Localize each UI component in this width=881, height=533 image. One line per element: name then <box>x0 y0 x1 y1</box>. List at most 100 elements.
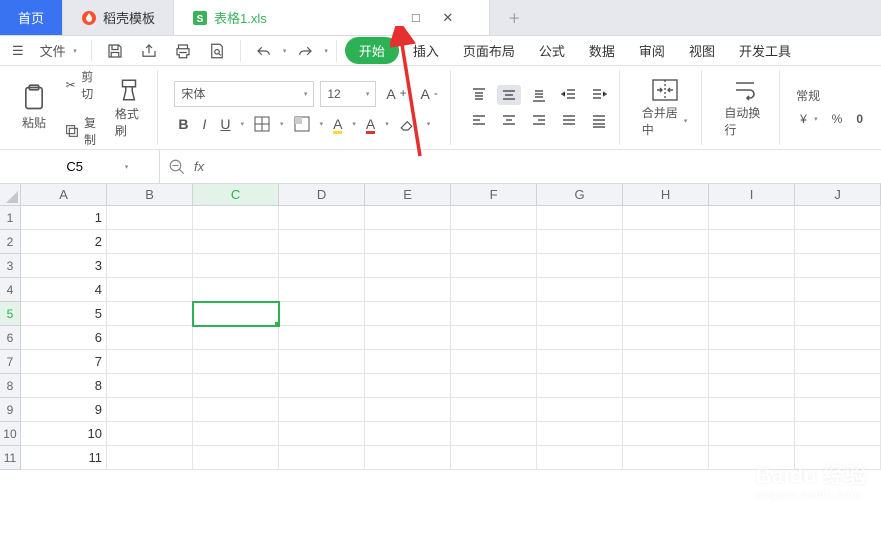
col-header-A[interactable]: A <box>21 184 107 206</box>
cell[interactable] <box>623 230 709 254</box>
print-preview-icon[interactable] <box>202 38 232 64</box>
align-top-button[interactable] <box>467 85 491 105</box>
cell[interactable] <box>709 398 795 422</box>
col-header-B[interactable]: B <box>107 184 193 206</box>
new-tab-button[interactable]: ＋ <box>490 0 539 35</box>
cell[interactable] <box>537 302 623 326</box>
col-header-C[interactable]: C <box>193 184 279 206</box>
cell[interactable]: 8 <box>21 374 107 398</box>
cell[interactable] <box>365 422 451 446</box>
col-header-F[interactable]: F <box>451 184 537 206</box>
cell[interactable] <box>365 254 451 278</box>
cell[interactable]: 6 <box>21 326 107 350</box>
zoom-out-icon[interactable] <box>168 158 186 176</box>
cell[interactable] <box>365 230 451 254</box>
font-family-select[interactable]: 宋体▾ <box>174 81 314 107</box>
cell[interactable] <box>107 254 193 278</box>
col-header-I[interactable]: I <box>709 184 795 206</box>
cell-style-dropdown[interactable]: ▾ <box>320 120 324 128</box>
decrease-font-button[interactable]: A- <box>417 84 442 104</box>
cell[interactable] <box>709 326 795 350</box>
row-header[interactable]: 8 <box>0 374 21 398</box>
format-painter-button[interactable]: 格式刷 <box>109 73 150 143</box>
undo-icon[interactable] <box>249 38 279 64</box>
name-box-dropdown[interactable]: ▾ <box>125 163 129 171</box>
menu-start[interactable]: 开始 <box>345 37 399 64</box>
cell[interactable] <box>107 230 193 254</box>
underline-dropdown[interactable]: ▾ <box>241 120 245 128</box>
eraser-button[interactable] <box>395 113 421 135</box>
col-header-E[interactable]: E <box>365 184 451 206</box>
cell[interactable] <box>451 278 537 302</box>
cell[interactable] <box>193 374 279 398</box>
cell[interactable] <box>623 254 709 278</box>
cell[interactable] <box>451 374 537 398</box>
decrease-indent-button[interactable] <box>557 85 581 105</box>
fill-color-dropdown[interactable]: ▾ <box>352 120 356 128</box>
cell[interactable] <box>623 422 709 446</box>
cell[interactable] <box>623 374 709 398</box>
cell[interactable] <box>279 446 365 470</box>
col-header-G[interactable]: G <box>537 184 623 206</box>
cell[interactable]: 4 <box>21 278 107 302</box>
print-icon[interactable] <box>168 38 198 64</box>
cell[interactable] <box>107 278 193 302</box>
cell[interactable]: 11 <box>21 446 107 470</box>
cell[interactable] <box>365 398 451 422</box>
cell[interactable] <box>795 446 881 470</box>
redo-dropdown[interactable]: ▾ <box>324 47 328 55</box>
cell[interactable] <box>193 398 279 422</box>
cell[interactable] <box>279 206 365 230</box>
menu-insert[interactable]: 插入 <box>403 37 449 64</box>
align-right-button[interactable] <box>527 111 551 131</box>
save-icon[interactable] <box>100 38 130 64</box>
cell[interactable]: 5 <box>21 302 107 326</box>
cell[interactable] <box>279 422 365 446</box>
hamburger-icon[interactable]: ☰ <box>6 39 30 63</box>
row-header[interactable]: 11 <box>0 446 21 470</box>
cell[interactable] <box>537 422 623 446</box>
cell[interactable] <box>709 254 795 278</box>
align-distribute-button[interactable] <box>587 111 611 131</box>
tab-sheet[interactable]: S 表格1.xls □ ✕ <box>174 0 490 35</box>
cell[interactable] <box>451 230 537 254</box>
font-color-button[interactable]: A <box>362 114 379 134</box>
menu-data[interactable]: 数据 <box>579 37 625 64</box>
cell[interactable] <box>279 350 365 374</box>
redo-icon[interactable] <box>290 38 320 64</box>
close-icon[interactable]: ✕ <box>439 9 457 27</box>
cell[interactable] <box>709 374 795 398</box>
border-button[interactable] <box>250 114 274 134</box>
cell[interactable] <box>193 254 279 278</box>
cell[interactable] <box>537 350 623 374</box>
cell[interactable] <box>365 206 451 230</box>
cell[interactable] <box>279 230 365 254</box>
cell[interactable] <box>623 446 709 470</box>
align-left-button[interactable] <box>467 111 491 131</box>
align-center-button[interactable] <box>497 111 521 131</box>
tab-dock[interactable]: 稻壳模板 <box>63 0 174 35</box>
cell[interactable] <box>193 230 279 254</box>
cell[interactable] <box>451 422 537 446</box>
row-header[interactable]: 10 <box>0 422 21 446</box>
cell[interactable] <box>279 254 365 278</box>
cell[interactable] <box>709 446 795 470</box>
percent-button[interactable]: % <box>828 110 847 128</box>
cell[interactable] <box>193 422 279 446</box>
col-header-H[interactable]: H <box>623 184 709 206</box>
align-justify-button[interactable] <box>557 111 581 131</box>
cell[interactable] <box>709 230 795 254</box>
menu-review[interactable]: 审阅 <box>629 37 675 64</box>
bold-button[interactable]: B <box>174 114 192 134</box>
cell[interactable] <box>623 350 709 374</box>
cell[interactable] <box>795 422 881 446</box>
cell[interactable] <box>193 278 279 302</box>
row-header[interactable]: 9 <box>0 398 21 422</box>
border-dropdown[interactable]: ▾ <box>280 120 284 128</box>
cell[interactable] <box>537 230 623 254</box>
cell-style-button[interactable] <box>290 114 314 134</box>
menu-view[interactable]: 视图 <box>679 37 725 64</box>
cell[interactable] <box>193 446 279 470</box>
align-middle-button[interactable] <box>497 85 521 105</box>
cell[interactable] <box>365 350 451 374</box>
